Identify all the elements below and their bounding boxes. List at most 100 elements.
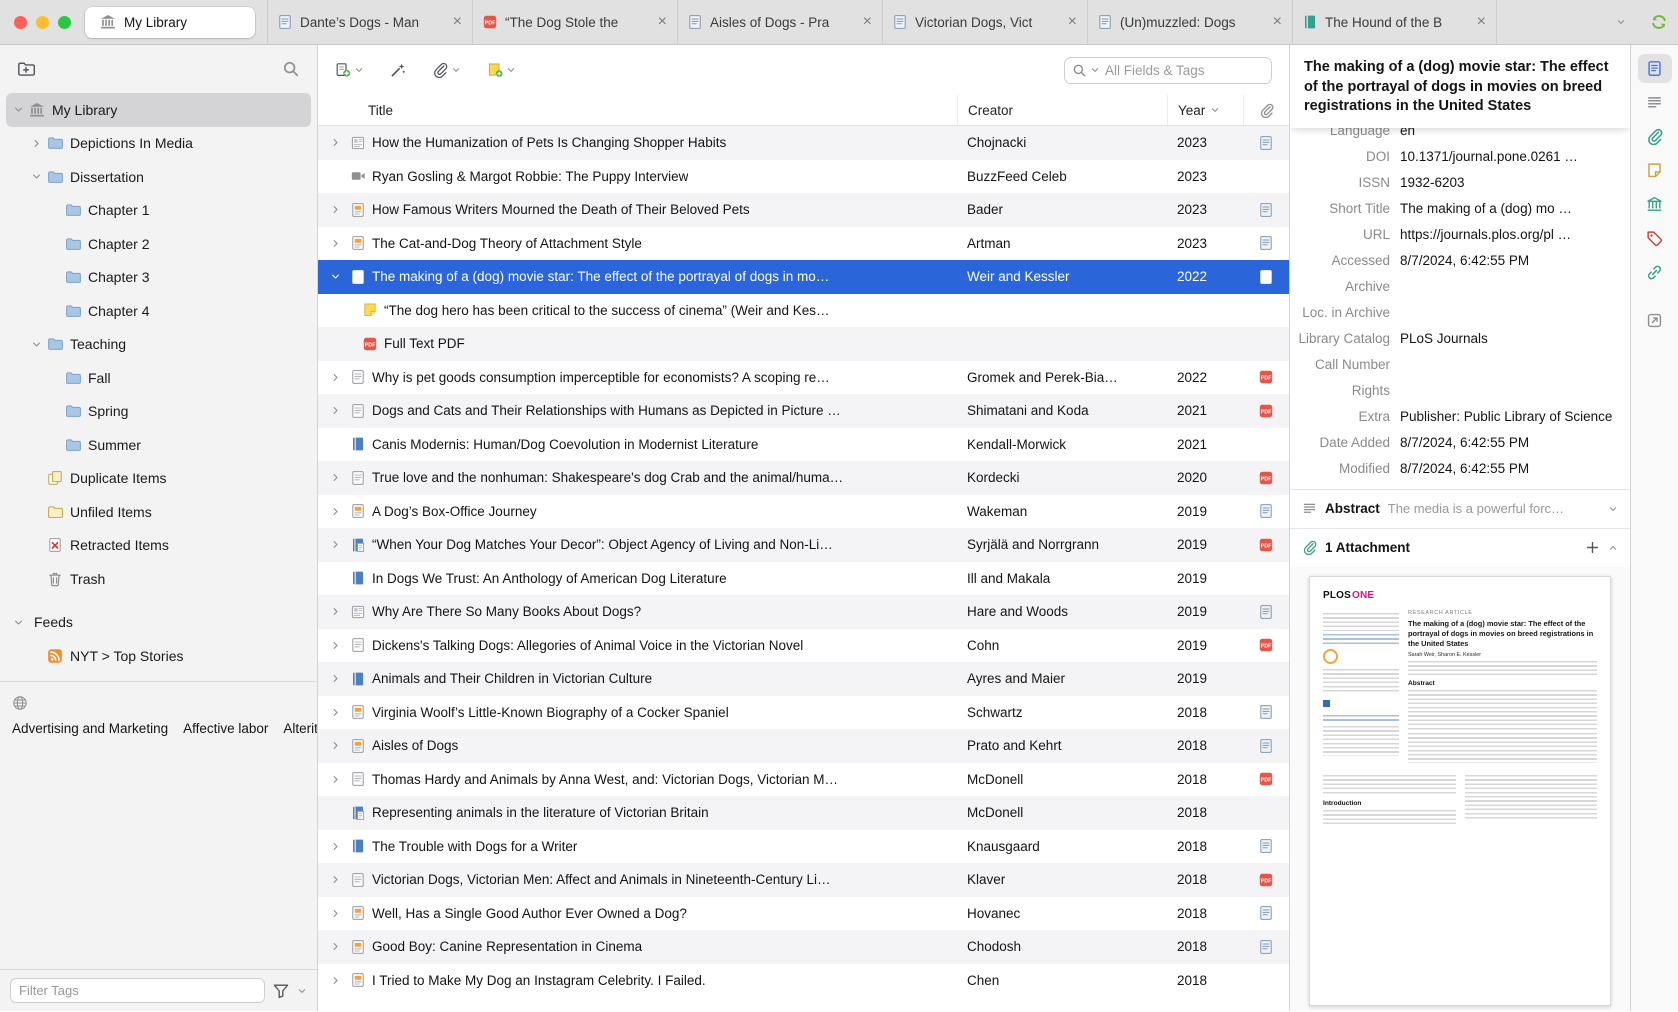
pane-tab-related[interactable] [1638, 258, 1672, 287]
sidebar-item-nyt-top-stories[interactable]: NYT > Top Stories [6, 639, 311, 673]
document-tab[interactable]: Dante’s Dogs - Man × [267, 0, 472, 44]
field-value[interactable]: Publisher: Public Library of Science [1400, 409, 1612, 426]
chevron-up-icon[interactable] [1608, 543, 1618, 553]
collections-search-icon[interactable] [282, 60, 300, 78]
filter-icon[interactable] [272, 982, 290, 1000]
document-tab[interactable]: (Un)muzzled: Dogs × [1087, 0, 1292, 44]
document-tab[interactable]: The Hound of the B × [1292, 0, 1497, 44]
twisty-collapsed-icon[interactable] [327, 774, 344, 785]
twisty-collapsed-icon[interactable] [327, 137, 344, 148]
tag[interactable]: Affective labor [183, 721, 268, 736]
field-value[interactable]: 8/7/2024, 6:42:55 PM [1400, 253, 1529, 270]
twisty-collapsed-icon[interactable] [327, 707, 344, 718]
pane-tab-notes[interactable] [1638, 156, 1672, 185]
abstract-section[interactable]: Abstract The media is a powerful forc… [1290, 488, 1630, 528]
tab-my-library[interactable]: My Library [85, 6, 255, 38]
tab-close-icon[interactable]: × [862, 14, 873, 30]
item-row[interactable]: Representing animals in the literature o… [318, 796, 1289, 830]
field-value[interactable]: 10.1371/journal.pone.0261 … [1400, 149, 1578, 166]
search-input[interactable] [1103, 61, 1264, 79]
minimize-window-button[interactable] [36, 15, 49, 29]
item-attachment-row[interactable]: PDF Full Text PDF [318, 327, 1289, 361]
sidebar-item-retracted-items[interactable]: Retracted Items [6, 529, 311, 563]
item-row[interactable]: Thomas Hardy and Animals by Anna West, a… [318, 763, 1289, 797]
item-row[interactable]: A Dog’s Box-Office Journey Wakeman 2019 [318, 495, 1289, 529]
field-value[interactable]: PLoS Journals [1400, 331, 1488, 348]
field-value[interactable]: 1932-6203 [1400, 175, 1465, 192]
item-row[interactable]: The Cat-and-Dog Theory of Attachment Sty… [318, 227, 1289, 261]
twisty-collapsed-icon[interactable] [327, 405, 344, 416]
item-row[interactable]: Aisles of Dogs Prato and Kehrt 2018 [318, 729, 1289, 763]
field-value[interactable]: 8/7/2024, 6:42:55 PM [1400, 435, 1529, 452]
twisty-collapsed-icon[interactable] [327, 606, 344, 617]
tag[interactable]: Advertising and Marketing [12, 721, 168, 736]
twisty-collapsed-icon[interactable] [327, 841, 344, 852]
sidebar-item-summer[interactable]: Summer [6, 428, 311, 462]
item-row[interactable]: Dickens's Talking Dogs: Allegories of An… [318, 629, 1289, 663]
add-attachment-button[interactable] [432, 62, 461, 78]
new-note-button[interactable] [487, 62, 516, 78]
column-header-title[interactable]: Title [318, 95, 957, 125]
tab-close-icon[interactable]: × [1067, 14, 1078, 30]
sidebar-item-chapter-1[interactable]: Chapter 1 [6, 194, 311, 228]
pane-tab-attachments[interactable] [1638, 122, 1672, 151]
sidebar-item-unfiled-items[interactable]: Unfiled Items [6, 495, 311, 529]
tab-overflow-button[interactable] [1602, 0, 1640, 44]
twisty-collapsed-icon[interactable] [327, 372, 344, 383]
item-row[interactable]: Victorian Dogs, Victorian Men: Affect an… [318, 863, 1289, 897]
twisty-collapsed-icon[interactable] [327, 640, 344, 651]
sidebar-item-chapter-4[interactable]: Chapter 4 [6, 294, 311, 328]
item-row[interactable]: Why is pet goods consumption imperceptib… [318, 361, 1289, 395]
item-row[interactable]: Virginia Woolf’s Little-Known Biography … [318, 696, 1289, 730]
zoom-window-button[interactable] [58, 15, 71, 29]
tab-close-icon[interactable]: × [1272, 14, 1283, 30]
chevron-down-icon[interactable] [297, 986, 307, 996]
field-value[interactable]: https://journals.plos.org/pl … [1400, 227, 1571, 244]
document-tab[interactable]: Aisles of Dogs - Pra × [677, 0, 882, 44]
twisty-collapsed-icon[interactable] [327, 238, 344, 249]
twisty-collapsed-icon[interactable] [327, 472, 344, 483]
new-collection-icon[interactable] [17, 60, 35, 78]
tab-close-icon[interactable]: × [657, 14, 668, 30]
twisty-collapsed-icon[interactable] [327, 975, 344, 986]
item-row[interactable]: How the Humanization of Pets Is Changing… [318, 126, 1289, 160]
document-tab[interactable]: PDF “The Dog Stole the × [472, 0, 677, 44]
search-box[interactable] [1064, 56, 1272, 84]
twisty-collapsed-icon[interactable] [327, 539, 344, 550]
field-value[interactable]: 8/7/2024, 6:42:55 PM [1400, 461, 1529, 478]
chevron-down-icon[interactable] [1608, 504, 1618, 514]
pane-tab-abstract[interactable] [1638, 88, 1672, 117]
column-header-creator[interactable]: Creator [957, 95, 1167, 125]
twisty-icon[interactable] [28, 138, 45, 149]
tag[interactable]: Alterity [283, 721, 317, 736]
item-row[interactable]: I Tried to Make My Dog an Instagram Cele… [318, 964, 1289, 998]
column-header-attachment[interactable] [1243, 95, 1289, 125]
sidebar-item-duplicate-items[interactable]: Duplicate Items [6, 462, 311, 496]
pane-tab-tags[interactable] [1638, 224, 1672, 253]
item-row[interactable]: Ryan Gosling & Margot Robbie: The Puppy … [318, 160, 1289, 194]
item-row[interactable]: Well, Has a Single Good Author Ever Owne… [318, 897, 1289, 931]
document-tab[interactable]: Victorian Dogs, Vict × [882, 0, 1087, 44]
item-row[interactable]: In Dogs We Trust: An Anthology of Americ… [318, 562, 1289, 596]
sidebar-item-fall[interactable]: Fall [6, 361, 311, 395]
sidebar-item-teaching[interactable]: Teaching [6, 328, 311, 362]
attachments-section[interactable]: 1 Attachment [1290, 527, 1630, 567]
item-row[interactable]: How Famous Writers Mourned the Death of … [318, 193, 1289, 227]
sidebar-item-chapter-2[interactable]: Chapter 2 [6, 227, 311, 261]
item-note-row[interactable]: “The dog hero has been critical to the s… [318, 294, 1289, 328]
sync-button[interactable] [1640, 0, 1678, 44]
twisty-expanded-icon[interactable] [327, 271, 344, 282]
pane-tab-info[interactable] [1637, 54, 1672, 83]
sidebar-item-chapter-3[interactable]: Chapter 3 [6, 261, 311, 295]
new-item-button[interactable] [335, 62, 364, 78]
item-row[interactable]: Good Boy: Canine Representation in Cinem… [318, 930, 1289, 964]
field-value[interactable]: The making of a (dog) mo … [1400, 201, 1572, 218]
item-row[interactable]: True love and the nonhuman: Shakespeare'… [318, 461, 1289, 495]
twisty-collapsed-icon[interactable] [327, 204, 344, 215]
column-header-year[interactable]: Year [1167, 95, 1243, 125]
twisty-collapsed-icon[interactable] [327, 673, 344, 684]
sidebar-item-feeds[interactable]: Feeds [6, 606, 311, 640]
pane-tab-locate[interactable] [1638, 306, 1672, 335]
tab-close-icon[interactable]: × [1476, 14, 1487, 30]
sidebar-item-trash[interactable]: Trash [6, 562, 311, 596]
